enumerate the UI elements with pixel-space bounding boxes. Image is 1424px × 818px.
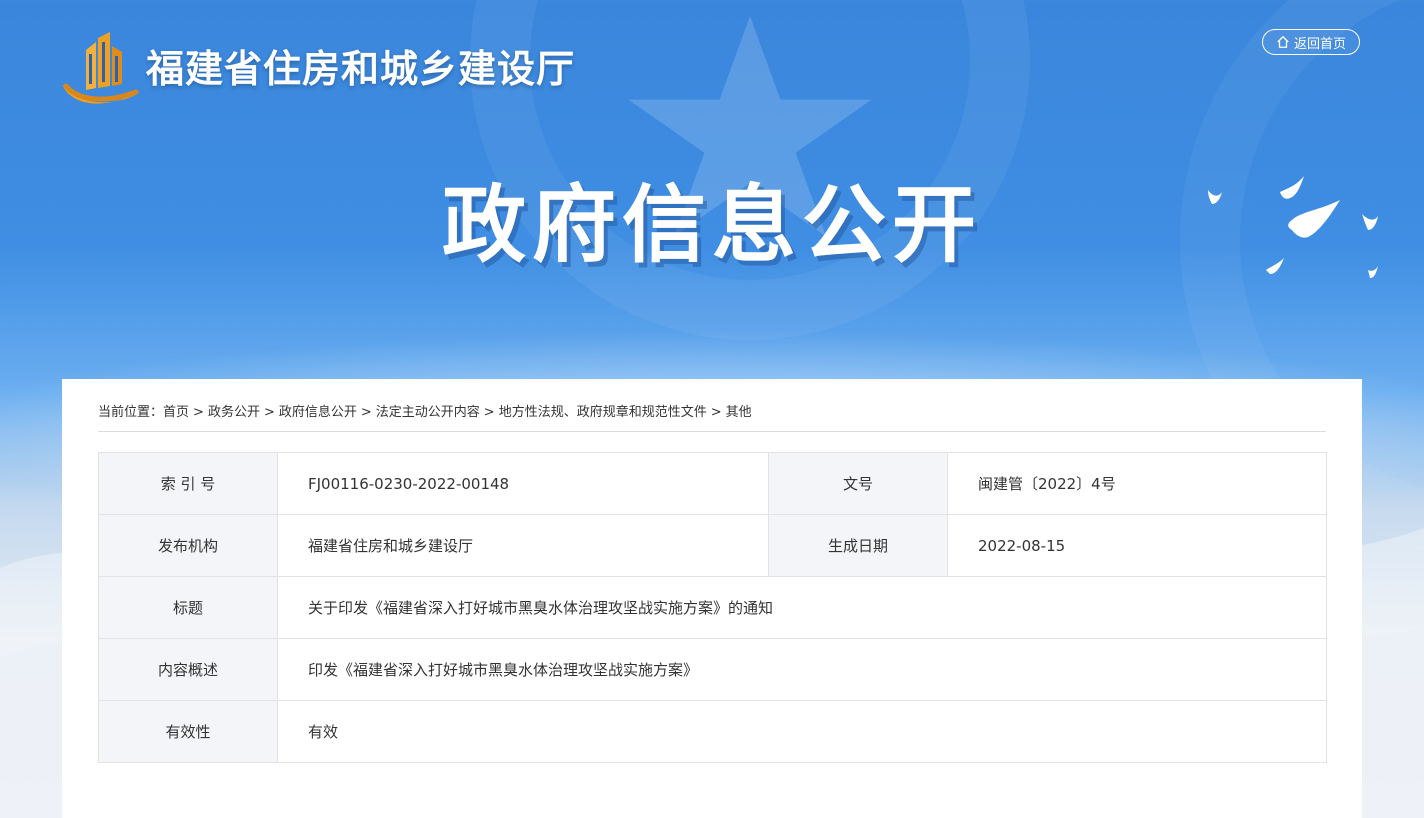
summary-value: 印发《福建省深入打好城市黑臭水体治理攻坚战实施方案》 (277, 638, 1327, 701)
index-value: FJ00116-0230-2022-00148 (277, 452, 769, 515)
breadcrumb-separator: > (193, 405, 204, 420)
table-row: 标题 关于印发《福建省深入打好城市黑臭水体治理攻坚战实施方案》的通知 (98, 576, 1327, 639)
publisher-label: 发布机构 (98, 514, 278, 577)
breadcrumb-item-statutory[interactable]: 法定主动公开内容 (376, 405, 480, 420)
site-header: 福建省住房和城乡建设厅 返回首页 政府信息公开 (0, 0, 1424, 278)
date-label: 生成日期 (768, 514, 948, 577)
breadcrumb-item-gov-affairs[interactable]: 政务公开 (208, 405, 260, 420)
site-title[interactable]: 福建省住房和城乡建设厅 (146, 38, 575, 93)
home-button[interactable]: 返回首页 (1262, 29, 1360, 55)
site-logo-icon (62, 32, 140, 104)
breadcrumb-separator: > (483, 405, 495, 420)
content-panel: 当前位置：首页 > 政务公开 > 政府信息公开 > 法定主动公开内容 > 地方性法规、政府规章和… (62, 379, 1362, 818)
publisher-value: 福建省住房和城乡建设厅 (277, 514, 769, 577)
title-label: 标题 (98, 576, 278, 639)
doc-number-label: 文号 (768, 452, 948, 515)
breadcrumb-item-regulations[interactable]: 地方性法规、政府规章和规范性文件 (499, 405, 707, 420)
title-value: 关于印发《福建省深入打好城市黑臭水体治理攻坚战实施方案》的通知 (277, 576, 1327, 639)
validity-label: 有效性 (98, 700, 278, 763)
table-row: 有效性 有效 (98, 700, 1327, 763)
breadcrumb-item-gov-info[interactable]: 政府信息公开 (279, 405, 357, 420)
index-label: 索 引 号 (98, 452, 278, 515)
home-icon (1277, 36, 1289, 48)
breadcrumb: 当前位置：首页 > 政务公开 > 政府信息公开 > 法定主动公开内容 > 地方性法规、政府规章和… (98, 401, 1326, 432)
summary-label: 内容概述 (98, 638, 278, 701)
breadcrumb-separator: > (263, 405, 275, 420)
table-row: 索 引 号 FJ00116-0230-2022-00148 文号 闽建管〔202… (98, 452, 1327, 515)
banner-title: 政府信息公开 (441, 176, 982, 274)
breadcrumb-separator: > (710, 405, 722, 420)
home-button-label: 返回首页 (1293, 36, 1346, 52)
breadcrumb-item-home[interactable]: 首页 (163, 405, 189, 420)
table-row: 发布机构 福建省住房和城乡建设厅 生成日期 2022-08-15 (98, 514, 1327, 577)
document-meta-table: 索 引 号 FJ00116-0230-2022-00148 文号 闽建管〔202… (98, 452, 1327, 763)
breadcrumb-separator: > (360, 405, 372, 420)
breadcrumb-prefix: 当前位置： (98, 405, 164, 420)
breadcrumb-item-other[interactable]: 其他 (726, 405, 752, 420)
doc-number-value: 闽建管〔2022〕4号 (947, 452, 1327, 515)
date-value: 2022-08-15 (947, 514, 1327, 577)
table-row: 内容概述 印发《福建省深入打好城市黑臭水体治理攻坚战实施方案》 (98, 638, 1327, 701)
validity-value: 有效 (277, 700, 1327, 763)
